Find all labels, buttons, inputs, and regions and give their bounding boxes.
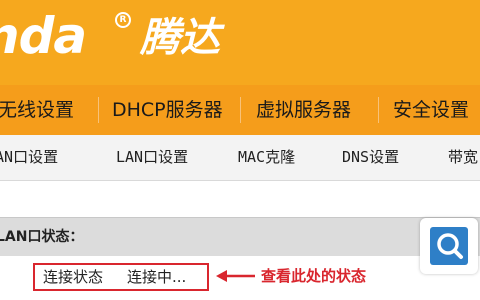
nav-item-security[interactable]: 安全设置: [393, 85, 469, 135]
status-row: 连接状态 连接中... 查看此处的状态: [0, 256, 480, 300]
search-button[interactable]: [420, 218, 478, 274]
tab-mac-clone[interactable]: MAC克隆: [238, 135, 295, 180]
arrow-left-icon: [216, 270, 255, 282]
annotation-note: 查看此处的状态: [261, 267, 367, 285]
content-spacer: [0, 181, 480, 217]
tab-lan-settings[interactable]: LAN口设置: [116, 135, 188, 180]
search-icon: [430, 227, 468, 265]
status-value: 连接中...: [127, 268, 187, 286]
tab-wan-settings[interactable]: WAN口设置: [0, 135, 58, 180]
registered-mark-icon: R: [115, 12, 131, 28]
nav-item-dhcp[interactable]: DHCP服务器: [112, 85, 223, 135]
status-highlight-box: 连接状态 连接中...: [33, 263, 209, 291]
brand-logo-latin: nda: [0, 7, 87, 65]
tab-bandwidth[interactable]: 带宽: [448, 135, 478, 180]
nav-item-wireless[interactable]: 无线设置: [0, 85, 74, 135]
primary-nav: 无线设置 DHCP服务器 虚拟服务器 安全设置: [0, 85, 480, 135]
nav-divider: [378, 97, 379, 123]
header-banner: nda R 腾达: [0, 0, 480, 85]
section-header: LAN口状态：: [0, 217, 480, 257]
nav-divider: [240, 97, 241, 123]
nav-divider: [98, 97, 99, 123]
status-label: 连接状态: [43, 268, 104, 286]
section-title: LAN口状态：: [0, 229, 84, 245]
sub-nav: WAN口设置 LAN口设置 MAC克隆 DNS设置 带宽: [0, 135, 480, 181]
tab-dns-settings[interactable]: DNS设置: [342, 135, 399, 180]
brand-logo-chinese: 腾达: [140, 15, 220, 61]
nav-item-virtual-server[interactable]: 虚拟服务器: [256, 85, 351, 135]
